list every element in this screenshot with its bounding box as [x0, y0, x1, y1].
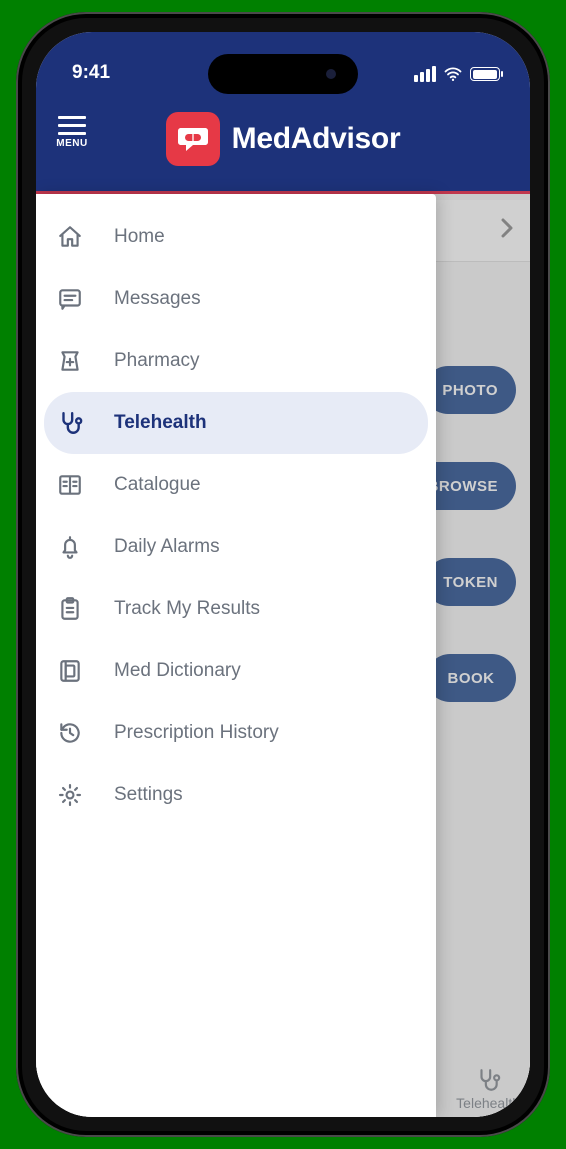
sidebar-item-telehealth[interactable]: Telehealth — [44, 392, 428, 454]
battery-icon — [470, 67, 500, 81]
catalogue-icon — [54, 472, 86, 498]
sidebar-item-label: Prescription History — [114, 722, 279, 744]
brand: MedAdvisor — [166, 112, 401, 166]
menu-button[interactable]: MENU — [54, 116, 90, 149]
status-time: 9:41 — [72, 62, 110, 84]
clipboard-icon — [54, 596, 86, 622]
navigation-drawer: Home Messages Pharmacy — [36, 194, 436, 1117]
bell-icon — [54, 534, 86, 560]
menu-button-label: MENU — [54, 138, 90, 149]
stethoscope-icon — [54, 410, 86, 436]
action-button-token[interactable]: TOKEN — [425, 558, 516, 606]
chevron-right-icon — [500, 215, 514, 246]
phone-frame: 9:41 MENU — [16, 12, 550, 1137]
sidebar-item-label: Track My Results — [114, 598, 260, 620]
gear-icon — [54, 782, 86, 808]
history-icon — [54, 720, 86, 746]
sidebar-item-label: Med Dictionary — [114, 660, 241, 682]
sidebar-item-med-dictionary[interactable]: Med Dictionary — [44, 640, 428, 702]
sidebar-item-messages[interactable]: Messages — [44, 268, 428, 330]
wifi-icon — [443, 64, 463, 84]
bottom-tab-telehealth[interactable]: Telehealth — [456, 1067, 520, 1111]
sidebar-item-label: Pharmacy — [114, 350, 200, 372]
hamburger-icon — [54, 116, 90, 135]
action-button-photo[interactable]: PHOTO — [424, 366, 516, 414]
stethoscope-icon — [475, 1067, 501, 1093]
sidebar-item-pharmacy[interactable]: Pharmacy — [44, 330, 428, 392]
sidebar-item-label: Daily Alarms — [114, 536, 220, 558]
brand-logo-icon — [166, 112, 220, 166]
sidebar-item-prescription-history[interactable]: Prescription History — [44, 702, 428, 764]
cellular-icon — [414, 66, 436, 82]
sidebar-item-label: Settings — [114, 784, 183, 806]
brand-name: MedAdvisor — [232, 122, 401, 156]
sidebar-item-daily-alarms[interactable]: Daily Alarms — [44, 516, 428, 578]
sidebar-item-label: Catalogue — [114, 474, 201, 496]
sidebar-item-label: Telehealth — [114, 412, 207, 434]
sidebar-item-settings[interactable]: Settings — [44, 764, 428, 826]
pharmacy-icon — [54, 348, 86, 374]
messages-icon — [54, 286, 86, 312]
action-button-book[interactable]: BOOK — [426, 654, 516, 702]
phone-notch — [208, 54, 358, 94]
sidebar-item-label: Messages — [114, 288, 201, 310]
sidebar-item-catalogue[interactable]: Catalogue — [44, 454, 428, 516]
home-icon — [54, 224, 86, 250]
sidebar-item-label: Home — [114, 226, 165, 248]
sidebar-item-track-my-results[interactable]: Track My Results — [44, 578, 428, 640]
dictionary-icon — [54, 658, 86, 684]
sidebar-item-home[interactable]: Home — [44, 206, 428, 268]
app-header: MENU MedAdvisor — [36, 86, 530, 194]
